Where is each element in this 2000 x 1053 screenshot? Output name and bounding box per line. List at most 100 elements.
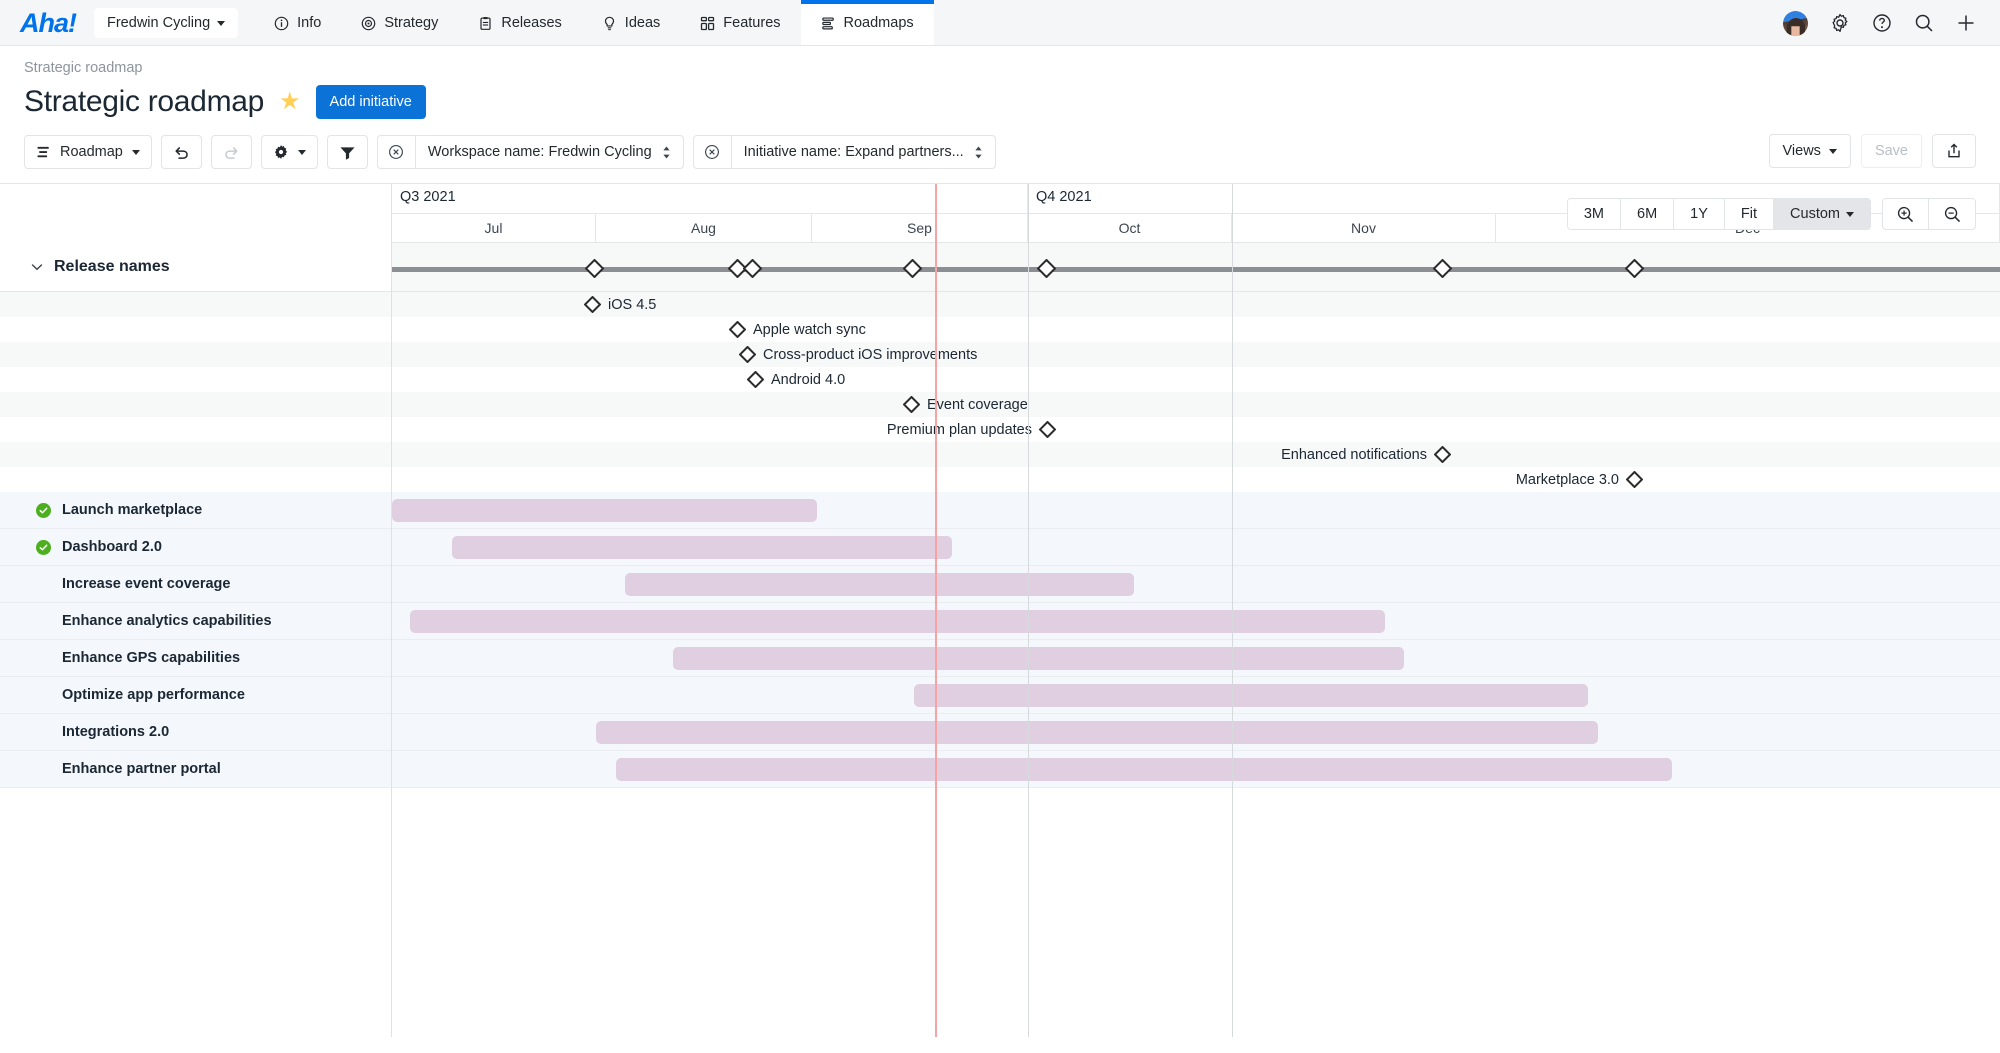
initiative-bar[interactable] bbox=[673, 647, 1404, 670]
add-initiative-button[interactable]: Add initiative bbox=[316, 85, 426, 119]
range-custom-button[interactable]: Custom bbox=[1774, 199, 1870, 229]
filter-chip-initiative-label: Initiative name: Expand partners... bbox=[744, 144, 964, 160]
share-button[interactable] bbox=[1932, 134, 1976, 168]
release-marker[interactable] bbox=[1037, 259, 1056, 278]
milestone-item[interactable]: Premium plan updates bbox=[887, 417, 1056, 442]
roadmap-icon bbox=[36, 145, 51, 160]
chevron-down-icon bbox=[1829, 149, 1837, 154]
milestone-item[interactable]: Android 4.0 bbox=[747, 367, 845, 392]
initiative-row-label[interactable]: Launch marketplace bbox=[0, 492, 391, 529]
initiative-bar[interactable] bbox=[914, 684, 1588, 707]
month-header-cell: Oct bbox=[1028, 214, 1232, 242]
milestone-left-spacer bbox=[0, 342, 391, 367]
milestone-item[interactable]: Apple watch sync bbox=[729, 317, 866, 342]
milestone-diamond-icon bbox=[1626, 471, 1643, 488]
settings-button[interactable] bbox=[261, 135, 318, 169]
filter-button[interactable] bbox=[327, 135, 368, 169]
save-button[interactable]: Save bbox=[1861, 134, 1922, 168]
release-marker[interactable] bbox=[903, 259, 922, 278]
undo-button[interactable] bbox=[161, 135, 202, 169]
workspace-selector[interactable]: Fredwin Cycling bbox=[94, 8, 238, 38]
redo-icon bbox=[223, 144, 240, 161]
range-1y-button[interactable]: 1Y bbox=[1674, 199, 1725, 229]
milestone-diamond-icon bbox=[1625, 259, 1644, 278]
breadcrumb[interactable]: Strategic roadmap bbox=[24, 60, 1976, 76]
milestone-label: Event coverage bbox=[927, 397, 1028, 413]
nav-tabs: Info Strategy Releases bbox=[254, 0, 933, 46]
milestone-diamond-icon bbox=[585, 259, 604, 278]
views-button[interactable]: Views bbox=[1769, 134, 1851, 168]
milestone-row: iOS 4.5 bbox=[392, 292, 2000, 317]
milestone-item[interactable]: Cross-product iOS improvements bbox=[739, 342, 977, 367]
zoom-in-button[interactable] bbox=[1883, 199, 1929, 229]
redo-button[interactable] bbox=[211, 135, 252, 169]
milestone-diamond-icon bbox=[739, 346, 756, 363]
initiative-bar[interactable] bbox=[392, 499, 817, 522]
nav-tab-info[interactable]: Info bbox=[254, 0, 341, 46]
remove-filter-icon[interactable] bbox=[378, 136, 416, 168]
milestone-item[interactable]: Enhanced notifications bbox=[1281, 442, 1451, 467]
views-button-label: Views bbox=[1783, 143, 1821, 159]
nav-tab-releases[interactable]: Releases bbox=[458, 0, 581, 46]
initiative-row bbox=[392, 566, 2000, 603]
initiative-row-label[interactable]: Integrations 2.0 bbox=[0, 714, 391, 751]
initiative-bar[interactable] bbox=[596, 721, 1598, 744]
milestone-diamond-icon bbox=[1037, 259, 1056, 278]
initiative-timeline-rows bbox=[392, 492, 2000, 788]
range-fit-button[interactable]: Fit bbox=[1725, 199, 1774, 229]
view-mode-label: Roadmap bbox=[60, 144, 123, 160]
milestone-row: Event coverage bbox=[392, 392, 2000, 417]
filter-chip-workspace[interactable]: Workspace name: Fredwin Cycling bbox=[377, 135, 684, 169]
initiative-bar[interactable] bbox=[452, 536, 952, 559]
month-header-cell: Aug bbox=[596, 214, 812, 242]
favorite-star-icon[interactable]: ★ bbox=[279, 90, 301, 114]
initiative-bar[interactable] bbox=[410, 610, 1385, 633]
help-icon[interactable] bbox=[1872, 13, 1892, 33]
milestone-item[interactable]: Marketplace 3.0 bbox=[1516, 467, 1643, 492]
zoom-out-button[interactable] bbox=[1929, 199, 1975, 229]
initiative-row-label[interactable]: Enhance GPS capabilities bbox=[0, 640, 391, 677]
month-header-cell: Jul bbox=[392, 214, 596, 242]
gear-icon[interactable] bbox=[1830, 13, 1850, 33]
milestone-left-spacer bbox=[0, 392, 391, 417]
milestone-diamond-icon bbox=[1434, 446, 1451, 463]
initiative-row bbox=[392, 603, 2000, 640]
avatar[interactable] bbox=[1783, 11, 1808, 36]
plus-icon[interactable] bbox=[1956, 13, 1976, 33]
nav-tab-strategy[interactable]: Strategy bbox=[341, 0, 458, 46]
nav-tab-ideas-label: Ideas bbox=[625, 15, 660, 31]
nav-tab-features[interactable]: Features bbox=[680, 0, 800, 46]
release-names-group-header[interactable]: Release names bbox=[0, 243, 391, 292]
nav-tab-ideas[interactable]: Ideas bbox=[582, 0, 680, 46]
initiative-row-label[interactable]: Increase event coverage bbox=[0, 566, 391, 603]
initiative-row-label[interactable]: Enhance partner portal bbox=[0, 751, 391, 788]
share-icon bbox=[1946, 143, 1962, 159]
roadmap-area: 3M 6M 1Y Fit Custom bbox=[0, 183, 2000, 1037]
milestone-item[interactable]: iOS 4.5 bbox=[584, 292, 656, 317]
milestone-diamond-icon bbox=[743, 259, 762, 278]
remove-filter-icon[interactable] bbox=[694, 136, 732, 168]
release-marker[interactable] bbox=[1433, 259, 1452, 278]
release-marker[interactable] bbox=[1625, 259, 1644, 278]
release-marker[interactable] bbox=[743, 259, 762, 278]
nav-tab-roadmaps[interactable]: Roadmaps bbox=[801, 0, 934, 46]
initiative-bar[interactable] bbox=[625, 573, 1134, 596]
filter-chip-workspace-label-wrap[interactable]: Workspace name: Fredwin Cycling bbox=[416, 136, 683, 168]
milestone-left-spacer bbox=[0, 442, 391, 467]
aha-logo[interactable]: Aha! bbox=[0, 0, 90, 46]
filter-chip-initiative-label-wrap[interactable]: Initiative name: Expand partners... bbox=[732, 136, 995, 168]
release-marker[interactable] bbox=[585, 259, 604, 278]
initiative-bar[interactable] bbox=[616, 758, 1672, 781]
initiative-row-label[interactable]: Dashboard 2.0 bbox=[0, 529, 391, 566]
range-3m-button[interactable]: 3M bbox=[1568, 199, 1621, 229]
view-mode-button[interactable]: Roadmap bbox=[24, 135, 152, 169]
range-6m-button[interactable]: 6M bbox=[1621, 199, 1674, 229]
initiative-row-label[interactable]: Optimize app performance bbox=[0, 677, 391, 714]
timeline-gridline bbox=[1232, 184, 1233, 1037]
page-title: Strategic roadmap bbox=[24, 85, 264, 119]
milestone-item[interactable]: Event coverage bbox=[903, 392, 1028, 417]
release-names-label: Release names bbox=[54, 258, 170, 276]
search-icon[interactable] bbox=[1914, 13, 1934, 33]
initiative-row-label[interactable]: Enhance analytics capabilities bbox=[0, 603, 391, 640]
filter-chip-initiative[interactable]: Initiative name: Expand partners... bbox=[693, 135, 996, 169]
